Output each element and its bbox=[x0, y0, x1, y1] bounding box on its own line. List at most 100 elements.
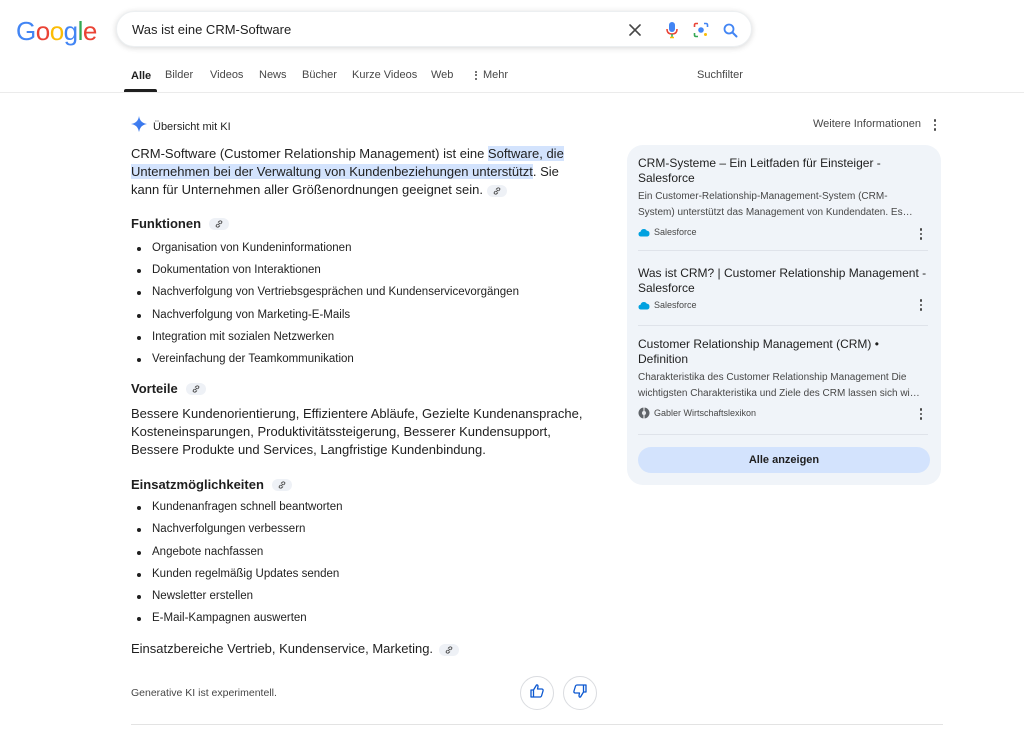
intro-text: CRM-Software (Customer Relationship Mana… bbox=[131, 146, 488, 161]
tab-images[interactable]: Bilder bbox=[165, 69, 193, 81]
intro-text: . Sie bbox=[532, 164, 559, 179]
intro-text: kann für Unternehmen aller Größenordnung… bbox=[131, 182, 483, 197]
source-site: Salesforce bbox=[654, 300, 697, 310]
header-divider bbox=[0, 92, 1024, 93]
tab-news[interactable]: News bbox=[259, 69, 287, 81]
list-item: Nachverfolgungen verbessern bbox=[131, 518, 601, 540]
tools-button[interactable]: Suchfilter bbox=[697, 69, 743, 81]
tab-all[interactable]: Alle bbox=[131, 70, 151, 82]
list-item: Angebote nachfassen bbox=[131, 541, 601, 563]
source-title-line: Definition bbox=[638, 352, 689, 366]
source-site: Gabler Wirtschaftslexikon bbox=[654, 408, 757, 418]
source-snippet: Charakteristika des Customer Relationshi… bbox=[638, 370, 930, 402]
source-meta: Salesforce bbox=[638, 299, 930, 311]
tab-short-videos[interactable]: Kurze Videos bbox=[352, 69, 417, 81]
benefits-text: Bessere Produkte und Services, Langfrist… bbox=[131, 442, 486, 458]
source-link-icon[interactable] bbox=[486, 184, 507, 197]
overview-menu-icon[interactable] bbox=[930, 118, 940, 132]
source-snippet: Ein Customer-Relationship-Management-Sys… bbox=[638, 189, 930, 221]
list-item: Organisation von Kundeninformationen bbox=[131, 237, 601, 259]
benefits-text: Kosteneinsparungen, Produktivitätssteige… bbox=[131, 424, 551, 440]
snippet-line: wichtigsten Charakteristika und Ziele de… bbox=[638, 388, 920, 399]
close-icon[interactable] bbox=[625, 20, 645, 40]
source-title[interactable]: Customer Relationship Management (CRM) •… bbox=[638, 337, 930, 367]
source-card[interactable]: Was ist CRM? | Customer Relationship Man… bbox=[638, 266, 930, 311]
list-item: Nachverfolgung von Marketing-E-Mails bbox=[131, 304, 601, 326]
intro-highlight: Software, die bbox=[487, 146, 564, 161]
source-card[interactable]: CRM-Systeme – Ein Leitfaden für Einsteig… bbox=[638, 156, 930, 238]
gabler-logo-icon bbox=[638, 407, 650, 419]
source-divider bbox=[638, 325, 928, 326]
intro-paragraph: CRM-Software (Customer Relationship Mana… bbox=[131, 145, 601, 199]
bottom-divider bbox=[131, 724, 943, 725]
logo-letter: g bbox=[63, 16, 78, 46]
areas-paragraph: Einsatzbereiche Vertrieb, Kundenservice,… bbox=[131, 640, 601, 658]
source-title-line: CRM-Systeme – Ein Leitfaden für Einsteig… bbox=[638, 156, 881, 170]
sources-panel: CRM-Systeme – Ein Leitfaden für Einsteig… bbox=[627, 145, 941, 485]
tab-more-label: Mehr bbox=[483, 69, 509, 81]
source-link-icon[interactable] bbox=[439, 643, 460, 656]
thumbs-up-button[interactable] bbox=[520, 676, 554, 710]
lens-icon[interactable] bbox=[691, 20, 711, 40]
more-vert-icon bbox=[473, 70, 479, 80]
google-logo[interactable]: Google bbox=[16, 16, 97, 47]
thumbs-down-icon bbox=[572, 683, 588, 704]
salesforce-cloud-icon bbox=[638, 299, 650, 311]
tab-books[interactable]: Bücher bbox=[302, 69, 337, 81]
thumbs-up-icon bbox=[529, 683, 545, 704]
uses-heading: Einsatzmöglichkeiten bbox=[131, 477, 601, 492]
source-menu-icon[interactable] bbox=[916, 227, 926, 241]
list-item: E-Mail-Kampagnen auswerten bbox=[131, 607, 601, 629]
snippet-line: Ein Customer-Relationship-Management-Sys… bbox=[638, 191, 888, 202]
list-item: Dokumentation von Interaktionen bbox=[131, 259, 601, 281]
benefits-heading-text: Vorteile bbox=[131, 381, 178, 397]
source-title-line: Salesforce bbox=[638, 171, 695, 185]
areas-text: Einsatzbereiche Vertrieb, Kundenservice,… bbox=[131, 641, 434, 657]
source-link-icon[interactable] bbox=[271, 478, 292, 491]
microphone-icon[interactable] bbox=[662, 20, 682, 40]
experimental-note: Generative KI ist experimentell. bbox=[131, 687, 277, 699]
source-meta: Salesforce bbox=[638, 226, 930, 238]
functions-heading-text: Funktionen bbox=[131, 216, 202, 231]
source-link-icon[interactable] bbox=[185, 382, 206, 395]
functions-heading: Funktionen bbox=[131, 216, 601, 231]
uses-list: Kundenanfragen schnell beantworten Nachv… bbox=[131, 496, 601, 629]
show-all-button[interactable]: Alle anzeigen bbox=[638, 447, 930, 473]
list-item: Newsletter erstellen bbox=[131, 585, 601, 607]
tab-web[interactable]: Web bbox=[431, 69, 453, 81]
list-item: Vereinfachung der Teamkommunikation bbox=[131, 348, 601, 370]
source-menu-icon[interactable] bbox=[916, 407, 926, 421]
tab-more[interactable]: Mehr bbox=[473, 69, 508, 81]
uses-heading-text: Einsatzmöglichkeiten bbox=[131, 477, 264, 493]
source-title[interactable]: Was ist CRM? | Customer Relationship Man… bbox=[638, 266, 930, 296]
source-title[interactable]: CRM-Systeme – Ein Leitfaden für Einsteig… bbox=[638, 156, 930, 186]
source-divider bbox=[638, 250, 928, 251]
search-icon[interactable] bbox=[720, 20, 740, 40]
ai-overview-header: Übersicht mit KI bbox=[131, 116, 231, 137]
source-site: Salesforce bbox=[654, 227, 697, 237]
logo-letter: G bbox=[16, 16, 36, 46]
search-tabs: Alle Bilder Videos News Bücher Kurze Vid… bbox=[0, 60, 1024, 92]
logo-letter: e bbox=[82, 16, 97, 46]
benefits-heading: Vorteile bbox=[131, 381, 601, 396]
search-box[interactable]: Was ist eine CRM-Software bbox=[116, 11, 752, 47]
list-item: Nachverfolgung von Vertriebsgesprächen u… bbox=[131, 281, 601, 303]
logo-letter: o bbox=[49, 16, 64, 46]
benefits-text: Bessere Kundenorientierung, Effizientere… bbox=[131, 406, 583, 422]
source-menu-icon[interactable] bbox=[916, 298, 926, 312]
ai-overview-title: Übersicht mit KI bbox=[153, 120, 231, 133]
source-link-icon[interactable] bbox=[209, 217, 230, 230]
tab-videos[interactable]: Videos bbox=[210, 69, 243, 81]
thumbs-down-button[interactable] bbox=[563, 676, 597, 710]
logo-letter: o bbox=[35, 16, 50, 46]
search-input[interactable]: Was ist eine CRM-Software bbox=[132, 22, 291, 37]
list-item: Integration mit sozialen Netzwerken bbox=[131, 326, 601, 348]
source-card[interactable]: Customer Relationship Management (CRM) •… bbox=[638, 337, 930, 419]
salesforce-cloud-icon bbox=[638, 226, 650, 238]
list-item: Kundenanfragen schnell beantworten bbox=[131, 496, 601, 518]
more-info-link[interactable]: Weitere Informationen bbox=[813, 118, 921, 130]
benefits-paragraph: Bessere Kundenorientierung, Effizientere… bbox=[131, 405, 601, 459]
ai-overview-content: CRM-Software (Customer Relationship Mana… bbox=[131, 145, 601, 658]
snippet-line: Charakteristika des Customer Relationshi… bbox=[638, 372, 907, 383]
source-meta: Gabler Wirtschaftslexikon bbox=[638, 407, 930, 419]
